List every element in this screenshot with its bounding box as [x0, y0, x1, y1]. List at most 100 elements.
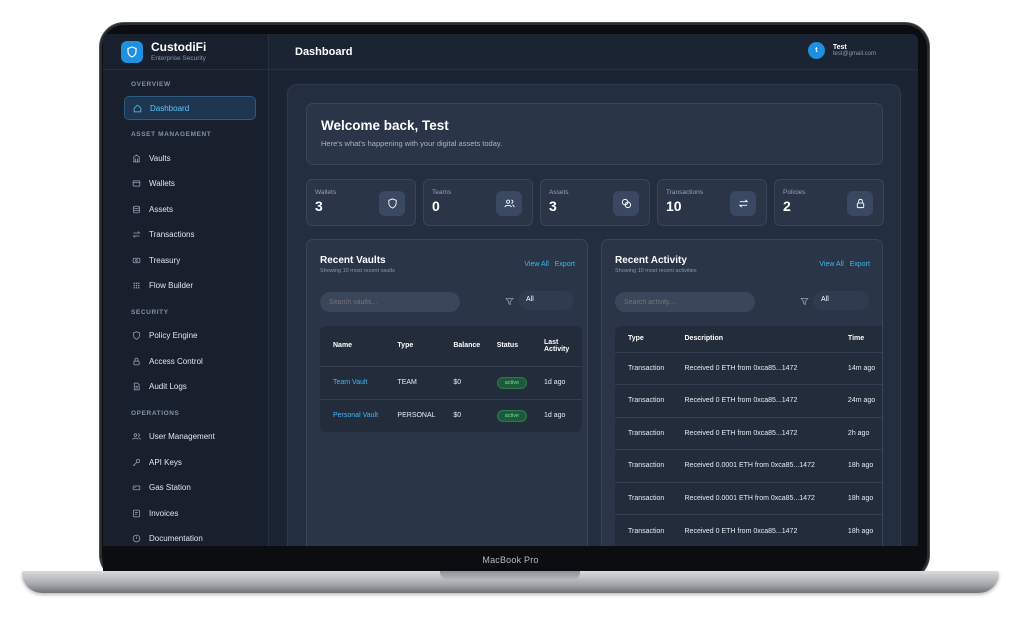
sidebar-item-user-management[interactable]: User Management	[124, 425, 256, 449]
users-icon	[496, 191, 522, 216]
top-bar: Dashboard t Test test@gmail.com	[269, 34, 918, 70]
sidebar-item-audit-logs[interactable]: Audit Logs	[124, 375, 256, 399]
table-row[interactable]: Personal Vault PERSONAL $0 active 1d ago	[320, 398, 582, 432]
vault-icon	[132, 154, 141, 162]
sidebar-item-dashboard[interactable]: Dashboard	[124, 96, 256, 120]
column-header[interactable]: Status	[491, 326, 538, 366]
sidebar-item-documentation[interactable]: Documentation	[124, 527, 256, 547]
filter-select[interactable]: All	[518, 291, 574, 310]
arrows-icon	[730, 191, 756, 216]
user-name: Test	[832, 44, 847, 51]
activity-description: Received 0 ETH from 0xca85...1472	[678, 416, 842, 450]
column-header[interactable]: Type	[391, 326, 447, 366]
column-header[interactable]: Description	[679, 326, 842, 352]
vault-balance: $0	[447, 365, 491, 399]
table-row[interactable]: Transaction Received 0 ETH from 0xca85..…	[615, 351, 882, 385]
filter-select[interactable]: All	[813, 291, 869, 310]
vault-name-link[interactable]: Team Vault	[320, 365, 392, 399]
avatar[interactable]: t	[807, 42, 825, 59]
sidebar-item-label: User Management	[149, 432, 215, 441]
sidebar-item-api-keys[interactable]: API Keys	[124, 450, 256, 474]
book-icon	[132, 534, 141, 543]
activity-time: 18h ago	[841, 481, 882, 515]
stat-card-teams[interactable]: Teams 0	[423, 179, 533, 226]
user-menu[interactable]: t Test test@gmail.com	[807, 42, 876, 59]
status-badge: active	[496, 409, 528, 422]
stat-card-transactions[interactable]: Transactions 10	[657, 179, 767, 226]
user-email: test@gmail.com	[832, 51, 876, 57]
sidebar-item-vaults[interactable]: Vaults	[124, 146, 256, 170]
sidebar-item-policy-engine[interactable]: Policy Engine	[124, 324, 256, 348]
table-row[interactable]: Transaction Received 0 ETH from 0xca85..…	[615, 416, 882, 450]
sidebar-item-label: Invoices	[149, 508, 179, 518]
panel-subtitle: Showing 10 most recent activities	[615, 268, 697, 274]
vault-last-activity: 1d ago	[538, 398, 582, 432]
activity-type: Transaction	[615, 449, 679, 482]
column-header[interactable]: Type	[615, 326, 679, 352]
sidebar-item-label: Flow Builder	[149, 281, 194, 290]
sidebar-item-wallets[interactable]: Wallets	[124, 172, 256, 196]
sidebar-item-flow-builder[interactable]: Flow Builder	[124, 274, 256, 298]
column-header[interactable]: Time	[842, 326, 882, 352]
nav-section-overview: OVERVIEW	[131, 81, 171, 88]
file-icon	[133, 382, 140, 391]
sidebar-item-access-control[interactable]: Access Control	[124, 349, 256, 373]
activity-description: Received 0 ETH from 0xca85...1472	[678, 351, 842, 385]
welcome-subtitle: Here's what's happening with your digita…	[321, 139, 503, 148]
view-all-link[interactable]: View All	[819, 261, 843, 268]
search-input[interactable]	[615, 292, 755, 312]
brand-subtitle: Enterprise Security	[151, 55, 206, 62]
activity-description: Received 0 ETH from 0xca85...1472	[678, 384, 842, 417]
sidebar-item-gas-station[interactable]: Gas Station	[124, 476, 256, 500]
brand: CustodiFi Enterprise Security	[103, 34, 268, 70]
welcome-card: Welcome back, Test Here's what's happeni…	[306, 103, 883, 165]
column-header[interactable]: Balance	[447, 326, 490, 366]
column-header[interactable]: Name	[320, 326, 391, 366]
table-row[interactable]: Transaction Received 0 ETH from 0xca85..…	[615, 514, 882, 546]
lock-icon	[847, 191, 873, 216]
sidebar-item-assets[interactable]: Assets	[124, 197, 256, 221]
activity-type: Transaction	[615, 481, 679, 515]
fuel-icon	[132, 485, 141, 491]
sidebar-item-treasury[interactable]: Treasury	[124, 248, 256, 272]
table-row[interactable]: Transaction Received 0.0001 ETH from 0xc…	[615, 449, 882, 482]
stat-card-wallets[interactable]: Wallets 3	[306, 179, 416, 226]
table-row[interactable]: Team Vault TEAM $0 active 1d ago	[320, 365, 582, 399]
panel-subtitle: Showing 10 most recent vaults	[320, 268, 395, 274]
view-all-link[interactable]: View All	[524, 261, 548, 268]
wallet-icon	[132, 180, 141, 187]
sidebar-item-invoices[interactable]: Invoices	[124, 501, 256, 525]
welcome-title: Welcome back, Test	[321, 118, 449, 133]
grid-icon	[133, 282, 140, 289]
panel-title: Recent Activity	[615, 255, 687, 266]
activity-type: Transaction	[615, 514, 679, 546]
vault-name-link[interactable]: Personal Vault	[320, 398, 392, 432]
sidebar-item-transactions[interactable]: Transactions	[124, 223, 256, 247]
search-input[interactable]	[320, 292, 460, 312]
stat-card-assets[interactable]: Assets 3	[540, 179, 650, 226]
lock-icon	[133, 357, 140, 365]
sidebar-item-label: Wallets	[149, 179, 175, 188]
activity-time: 2h ago	[841, 416, 882, 450]
sidebar-item-label: Transactions	[149, 230, 195, 239]
filter-icon[interactable]	[800, 297, 809, 306]
filter-icon[interactable]	[505, 297, 514, 306]
activity-time: 18h ago	[841, 449, 882, 482]
nav-section-security: SECURITY	[131, 308, 169, 316]
status-badge: active	[496, 376, 528, 389]
export-link[interactable]: Export	[555, 261, 575, 268]
table-row[interactable]: Transaction Received 0.0001 ETH from 0xc…	[615, 481, 882, 515]
stat-card-policies[interactable]: Policies 2	[774, 179, 884, 226]
table-row[interactable]: Transaction Received 0 ETH from 0xca85..…	[615, 384, 882, 417]
laptop-notch	[440, 571, 580, 580]
page-title: Dashboard	[295, 45, 353, 58]
sidebar-item-label: API Keys	[149, 457, 182, 467]
export-link[interactable]: Export	[850, 261, 870, 268]
sidebar-item-label: Dashboard	[150, 103, 190, 113]
activity-time: 14m ago	[841, 351, 882, 385]
column-header[interactable]: Last Activity	[538, 326, 582, 366]
sidebar-item-label: Treasury	[149, 255, 181, 265]
activity-description: Received 0.0001 ETH from 0xca85...1472	[678, 481, 842, 515]
sidebar-item-label: Vaults	[149, 153, 171, 163]
activity-time: 18h ago	[841, 514, 882, 546]
